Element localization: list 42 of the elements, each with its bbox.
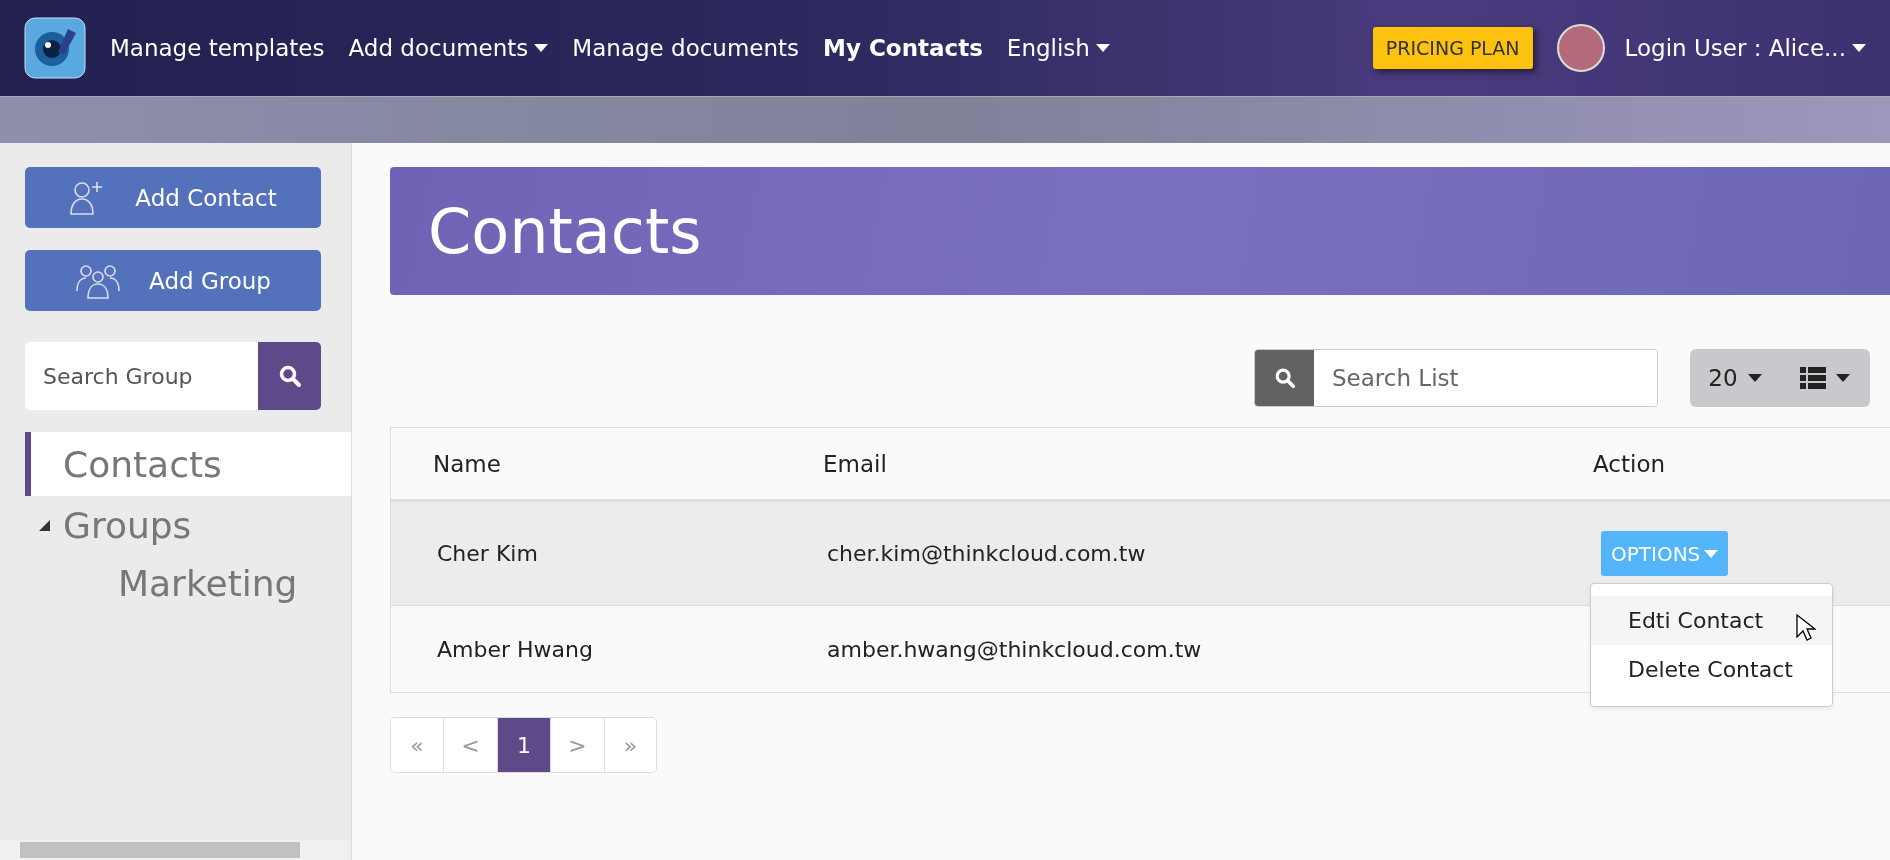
- caret-icon: [1095, 44, 1110, 52]
- search-group-field[interactable]: Search Group: [25, 342, 258, 410]
- nav-link[interactable]: My Contacts: [823, 35, 983, 61]
- table-cell-text: Cher Kim: [437, 541, 539, 566]
- page-title: Contacts: [428, 194, 702, 268]
- nav-link[interactable]: Manage documents: [572, 35, 800, 61]
- user-menu[interactable]: Login User : Alice...: [1624, 35, 1866, 61]
- caret-icon: [1747, 374, 1762, 382]
- menu-item[interactable]: Edti Contact: [1591, 596, 1832, 645]
- caret-icon: [1836, 374, 1850, 382]
- column-header: Email: [823, 450, 888, 477]
- tree-item[interactable]: Groups: [25, 496, 351, 554]
- caret-icon: [1852, 44, 1866, 52]
- search-icon: [277, 364, 302, 388]
- search-list-field[interactable]: Search List: [1254, 349, 1658, 407]
- column-header: Action: [1593, 450, 1667, 477]
- table-cell-text: amber.hwang@thinkcloud.com.tw: [827, 636, 1203, 662]
- table-cell-text: cher.kim@thinkcloud.com.tw: [827, 541, 1147, 566]
- list-icon: [1800, 367, 1826, 389]
- page-link[interactable]: 1: [497, 718, 550, 772]
- tree-item[interactable]: Contacts: [25, 432, 351, 496]
- people-icon: [75, 262, 122, 299]
- table-cell-text: Amber Hwang: [437, 636, 594, 662]
- horizontal-scrollbar[interactable]: [0, 840, 351, 860]
- avatar[interactable]: [1556, 24, 1605, 72]
- nav-link[interactable]: Add documents: [348, 35, 549, 61]
- column-header: Name: [433, 450, 502, 477]
- menu-item[interactable]: Delete Contact: [1591, 645, 1832, 694]
- expand-triangle-icon[interactable]: [39, 519, 50, 531]
- pointer-cursor-icon: [1796, 614, 1816, 642]
- logo-icon[interactable]: [24, 17, 86, 79]
- add-button[interactable]: Add Contact: [25, 167, 321, 228]
- search-icon: [1273, 367, 1296, 389]
- caret-icon: [1704, 549, 1719, 558]
- pricing-plan-button[interactable]: PRICING PLAN: [1372, 27, 1533, 69]
- nav-link[interactable]: English: [1006, 35, 1110, 61]
- tree-item[interactable]: Marketing: [25, 554, 351, 612]
- nav-link[interactable]: Manage templates: [110, 35, 325, 61]
- add-button[interactable]: Add Group: [25, 250, 321, 311]
- page-size-dropdown[interactable]: 20: [1690, 349, 1780, 407]
- caret-icon: [534, 44, 549, 52]
- search-button[interactable]: [258, 342, 321, 410]
